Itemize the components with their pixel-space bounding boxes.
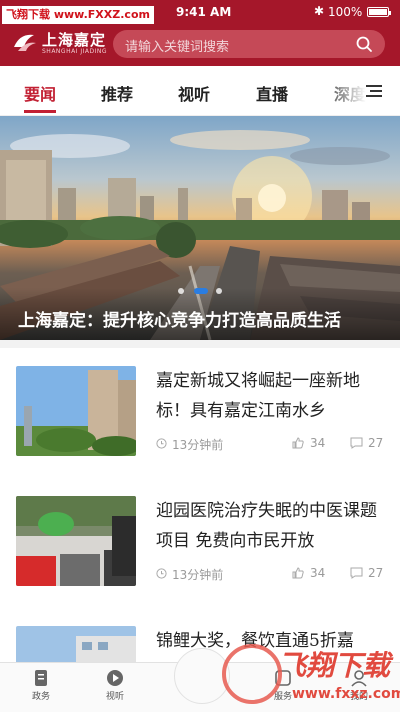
category-tabs: 要闻 推荐 视听 直播 深度 (0, 66, 400, 116)
news-time: 13分钟前 (172, 438, 224, 452)
tab-tuijian[interactable]: 推荐 (101, 81, 133, 105)
news-title: 嘉定新城又将崛起一座新地标！具有嘉定江南水乡 (156, 371, 360, 421)
hero-banner[interactable]: 上海嘉定：提升核心竞争力打造高品质生活 (0, 116, 400, 340)
clock-icon (156, 568, 167, 579)
logo-title: 上海嘉定 (42, 31, 107, 49)
tab-fade (318, 66, 366, 115)
nav-shiting[interactable]: 视听 (90, 669, 140, 702)
news-item[interactable]: 迎园医院治疗失眠的中医课题项目 免费向市民开放 13分钟前 34 27 (0, 478, 400, 608)
app-logo[interactable]: 上海嘉定 SHANGHAI JIADING (12, 27, 112, 59)
nav-label: 视听 (105, 692, 124, 702)
tab-zhibo[interactable]: 直播 (256, 81, 288, 105)
news-thumbnail (16, 626, 136, 666)
clock-icon (156, 438, 167, 449)
tab-shiting[interactable]: 视听 (178, 81, 210, 105)
carousel-dot[interactable] (216, 288, 222, 294)
battery-percent: 100% (328, 5, 363, 19)
bluetooth-icon: ✱ (314, 4, 325, 18)
logo-mark-icon (14, 34, 36, 51)
hero-caption: 上海嘉定：提升核心竞争力打造高品质生活 (18, 311, 341, 331)
search-bar[interactable]: 请输入关键词搜索 (113, 30, 385, 58)
search-icon[interactable] (355, 35, 373, 53)
news-title: 迎园医院治疗失眠的中医课题项目 免费向市民开放 (156, 501, 377, 551)
document-icon (35, 670, 47, 686)
comment-count: 27 (368, 566, 384, 580)
carousel-dot-active[interactable] (194, 288, 208, 294)
news-thumbnail (16, 496, 136, 586)
like-count: 34 (310, 566, 326, 580)
play-icon (107, 670, 123, 686)
comment-count: 27 (368, 436, 384, 450)
menu-icon[interactable] (366, 84, 382, 98)
comment-icon[interactable] (350, 567, 363, 579)
comment-icon[interactable] (350, 437, 363, 449)
watermark-circle-icon (222, 644, 282, 704)
watermark-badge: 飞翔下载 www.FXXZ.com (2, 6, 154, 24)
like-count: 34 (310, 436, 326, 450)
watermark-logo: 飞翔下载 www.fxxz.com (222, 640, 400, 712)
news-meta: 13分钟前 34 27 (156, 566, 388, 582)
watermark-text: 飞翔下载 (278, 649, 391, 682)
nav-zhengwu[interactable]: 政务 (16, 669, 66, 702)
nav-label: 政务 (31, 692, 50, 702)
like-icon[interactable] (292, 567, 304, 579)
section-divider (0, 340, 400, 348)
news-thumbnail (16, 366, 136, 456)
watermark-url: www.fxxz.com (292, 686, 400, 702)
logo-subtitle: SHANGHAI JIADING (42, 48, 108, 55)
status-bar: 飞翔下载 www.FXXZ.com 9:41 AM ✱ 100% (0, 0, 400, 24)
news-time: 13分钟前 (172, 568, 224, 582)
tab-yaowen[interactable]: 要闻 (24, 81, 56, 105)
status-time: 9:41 AM (176, 5, 232, 19)
like-icon[interactable] (292, 437, 304, 449)
search-placeholder: 请输入关键词搜索 (125, 40, 230, 55)
app-header: 飞翔下载 www.FXXZ.com 9:41 AM ✱ 100% 上海嘉定 SH… (0, 0, 400, 66)
carousel-dot[interactable] (178, 288, 184, 294)
active-tab-indicator (24, 110, 56, 113)
news-item[interactable]: 嘉定新城又将崛起一座新地标！具有嘉定江南水乡 13分钟前 34 27 (0, 348, 400, 478)
news-meta: 13分钟前 34 27 (156, 436, 388, 452)
battery-icon (367, 7, 391, 17)
carousel-indicator (178, 288, 224, 296)
